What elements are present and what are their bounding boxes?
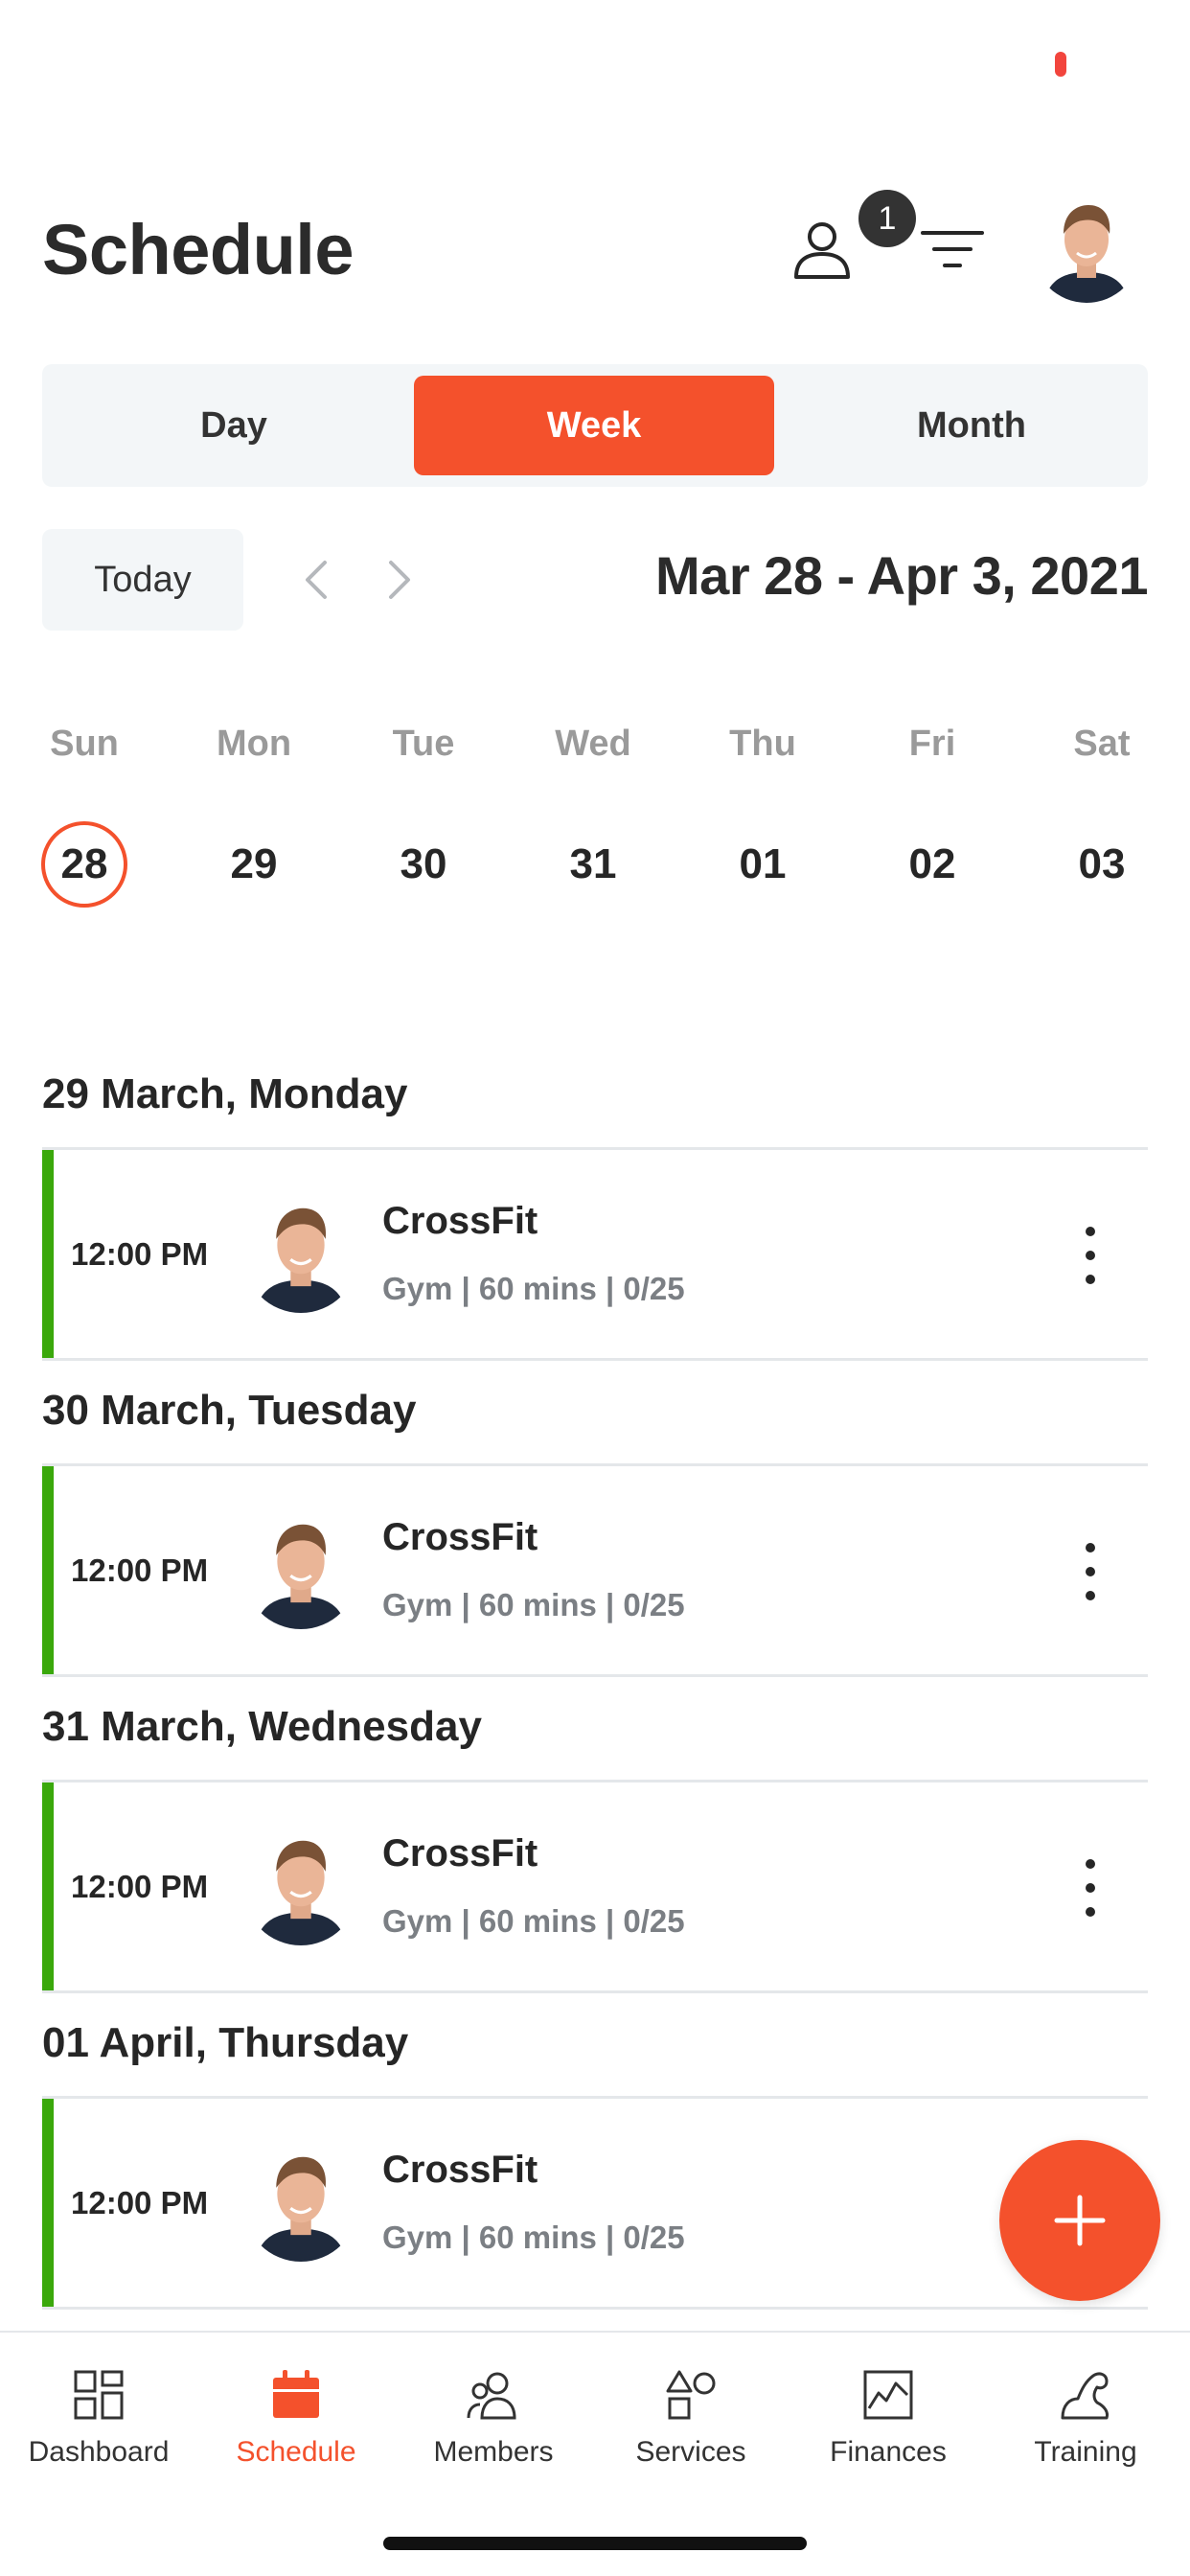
day-number[interactable]: 31 xyxy=(550,821,636,908)
day-number[interactable]: 01 xyxy=(720,821,806,908)
day-name: Sun xyxy=(50,724,119,764)
chevron-left-icon xyxy=(306,561,327,599)
more-options-icon[interactable] xyxy=(1071,1543,1110,1600)
event-meta: Gym | 60 mins | 0/25 xyxy=(382,1903,685,1939)
event-title: CrossFit xyxy=(382,1516,538,1558)
recording-indicator xyxy=(1055,52,1066,77)
page-title: Schedule xyxy=(42,210,355,289)
day-name: Fri xyxy=(908,724,956,764)
day-name: Tue xyxy=(392,724,455,764)
tab-label: Training xyxy=(1034,2436,1137,2468)
event-time: 12:00 PM xyxy=(71,1235,209,1272)
day-tue[interactable]: Tue 30 xyxy=(366,724,481,908)
event-color-bar xyxy=(42,1782,54,1990)
day-thu[interactable]: Thu 01 xyxy=(705,724,820,908)
event-card[interactable]: 12:00 PM CrossFit Gym | 60 mins | 0/25 xyxy=(42,1150,1148,1361)
day-name: Thu xyxy=(729,724,796,764)
dashboard-icon xyxy=(74,2370,124,2420)
tab-day[interactable]: Day xyxy=(42,376,425,475)
tab-week[interactable]: Week xyxy=(414,376,774,475)
event-title: CrossFit xyxy=(382,2149,538,2191)
section-date-heading: 30 March, Tuesday xyxy=(42,1361,1148,1466)
event-color-bar xyxy=(42,1150,54,1358)
tab-finances[interactable]: Finances xyxy=(792,2361,984,2469)
event-color-bar xyxy=(42,1466,54,1674)
filter-button[interactable] xyxy=(904,201,1000,297)
day-number[interactable]: 03 xyxy=(1059,821,1145,908)
more-options-icon[interactable] xyxy=(1071,1859,1110,1917)
tab-label: Schedule xyxy=(236,2436,356,2468)
day-name: Sat xyxy=(1073,724,1131,764)
event-card[interactable]: 12:00 PM CrossFit Gym | 60 mins | 0/25 xyxy=(42,2099,1148,2310)
day-sun[interactable]: Sun 28 xyxy=(27,724,142,908)
tab-schedule[interactable]: Schedule xyxy=(200,2361,392,2469)
avatar-image xyxy=(1033,196,1140,303)
day-fri[interactable]: Fri 02 xyxy=(875,724,990,908)
trainer-avatar xyxy=(243,1830,358,1945)
agenda-list: 29 March, Monday 12:00 PM CrossFit Gym |… xyxy=(42,1045,1148,2310)
tab-label: Finances xyxy=(830,2436,947,2468)
bottom-tab-bar: Dashboard Schedule Members Services Fina… xyxy=(0,2331,1190,2576)
next-week-button[interactable] xyxy=(376,556,423,604)
member-requests-button[interactable] xyxy=(774,201,870,297)
event-time: 12:00 PM xyxy=(71,1552,209,1588)
trainer-avatar xyxy=(243,2147,358,2262)
members-icon xyxy=(467,2372,516,2420)
tab-members[interactable]: Members xyxy=(398,2361,589,2469)
event-title: CrossFit xyxy=(382,1200,538,1242)
profile-avatar[interactable] xyxy=(1033,196,1140,303)
date-range-label: Mar 28 - Apr 3, 2021 xyxy=(655,545,1148,606)
view-switcher: Day Week Month xyxy=(42,364,1148,487)
event-title: CrossFit xyxy=(382,1832,538,1874)
event-meta: Gym | 60 mins | 0/25 xyxy=(382,2220,685,2255)
day-sat[interactable]: Sat 03 xyxy=(1044,724,1159,908)
event-time: 12:00 PM xyxy=(71,2184,209,2220)
calendar-icon xyxy=(273,2370,319,2418)
filter-icon xyxy=(921,231,984,267)
event-card[interactable]: 12:00 PM CrossFit Gym | 60 mins | 0/25 xyxy=(42,1782,1148,1993)
finances-icon xyxy=(863,2370,913,2420)
more-options-icon[interactable] xyxy=(1071,1227,1110,1284)
tab-label: Dashboard xyxy=(28,2436,170,2468)
person-icon xyxy=(794,222,850,279)
add-class-button[interactable] xyxy=(999,2140,1160,2301)
trainer-avatar xyxy=(243,1198,358,1313)
day-name: Mon xyxy=(216,724,292,764)
section-date-heading: 29 March, Monday xyxy=(42,1045,1148,1150)
chevron-right-icon xyxy=(389,561,410,599)
tab-dashboard[interactable]: Dashboard xyxy=(3,2361,195,2469)
plus-icon xyxy=(1054,2195,1106,2246)
day-number[interactable]: 02 xyxy=(889,821,975,908)
day-number[interactable]: 29 xyxy=(211,821,297,908)
tab-month[interactable]: Month xyxy=(790,376,1154,475)
header: Schedule 1 xyxy=(42,190,1148,303)
event-color-bar xyxy=(42,2099,54,2307)
event-card[interactable]: 12:00 PM CrossFit Gym | 60 mins | 0/25 xyxy=(42,1466,1148,1677)
home-indicator xyxy=(383,2537,807,2550)
day-name: Wed xyxy=(555,724,631,764)
tab-services[interactable]: Services xyxy=(595,2361,787,2469)
services-icon xyxy=(666,2370,716,2420)
event-meta: Gym | 60 mins | 0/25 xyxy=(382,1587,685,1622)
tab-label: Services xyxy=(635,2436,746,2468)
day-mon[interactable]: Mon 29 xyxy=(196,724,311,908)
previous-week-button[interactable] xyxy=(292,556,340,604)
event-time: 12:00 PM xyxy=(71,1868,209,1904)
day-wed[interactable]: Wed 31 xyxy=(536,724,651,908)
section-date-heading: 01 April, Thursday xyxy=(42,1993,1148,2099)
tab-training[interactable]: Training xyxy=(990,2361,1181,2469)
day-number[interactable]: 30 xyxy=(380,821,467,908)
trainer-avatar xyxy=(243,1514,358,1629)
training-icon xyxy=(1061,2372,1109,2420)
section-date-heading: 31 March, Wednesday xyxy=(42,1677,1148,1782)
today-button[interactable]: Today xyxy=(42,529,243,631)
tab-label: Members xyxy=(433,2436,554,2468)
day-number-selected[interactable]: 28 xyxy=(41,821,127,908)
event-meta: Gym | 60 mins | 0/25 xyxy=(382,1271,685,1306)
